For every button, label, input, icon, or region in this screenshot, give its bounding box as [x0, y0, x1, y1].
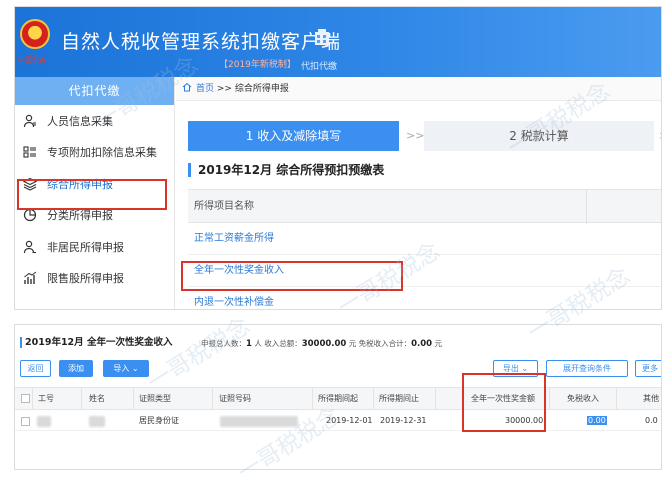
- breadcrumb-current: 综合所得申报: [234, 84, 289, 94]
- sidebar-item-label: 人员信息采集: [47, 114, 113, 128]
- redacted-employee-id: [37, 416, 51, 427]
- import-label: 导入: [113, 364, 130, 373]
- breadcrumb-home-link[interactable]: 首页: [196, 84, 214, 94]
- app-header: 中国税务 自然人税收管理系统扣缴客户端 【2019年新税制】 代扣代缴: [15, 7, 661, 77]
- breadcrumb: 首页 >> 综合所得申报: [176, 77, 661, 101]
- sidebar-item-label: 非居民所得申报: [47, 240, 124, 254]
- back-button[interactable]: 返回: [20, 360, 51, 377]
- sidebar-item-special-deduction[interactable]: 专项附加扣除信息采集: [15, 137, 174, 169]
- column-divider: [586, 190, 587, 224]
- step-tax-calculation[interactable]: 2 税款计算: [424, 121, 654, 151]
- column-divider: [435, 388, 436, 409]
- home-icon[interactable]: [182, 78, 192, 92]
- column-divider: [312, 388, 313, 409]
- highlight-box: [17, 179, 167, 210]
- income-item-salary[interactable]: 正常工资薪金所得: [188, 223, 661, 255]
- emblem-caption: 中国税务: [18, 56, 46, 64]
- column-header-name: 姓名: [89, 394, 105, 403]
- column-divider: [81, 388, 82, 409]
- bonus-detail-panel: 2019年12月 全年一次性奖金收入 申报总人数：1 人 收入总额：30000.…: [14, 324, 662, 470]
- version-label: 【2019年新税制】: [219, 60, 296, 70]
- app-window: 中国税务 自然人税收管理系统扣缴客户端 【2019年新税制】 代扣代缴 代扣代缴…: [14, 6, 662, 310]
- sidebar-item-restricted-shares[interactable]: 限售股所得申报: [15, 263, 174, 295]
- step-arrow: >>: [406, 129, 425, 142]
- sidebar-title: 代扣代缴: [15, 77, 174, 105]
- stat-tax-free-total: 0.00: [411, 339, 433, 349]
- column-header-id-type: 证照类型: [139, 394, 171, 403]
- building-icon: [312, 27, 332, 47]
- stat-total-people: 1: [246, 339, 252, 349]
- other-cell: 0.0: [645, 416, 658, 425]
- id-type-cell: 居民身份证: [139, 416, 179, 425]
- person-icon: [23, 240, 37, 254]
- table-header: 工号 姓名 证照类型 证照号码 所得期间起 所得期间止 全年一次性奖金额 免税收…: [15, 387, 661, 410]
- column-header-other: 其他: [643, 394, 659, 403]
- person-card-icon: [23, 114, 37, 128]
- period-start-cell: 2019-12-01: [326, 416, 373, 425]
- tax-free-cell[interactable]: 0.00: [587, 411, 607, 430]
- column-header: 所得项目名称: [194, 201, 254, 212]
- add-button[interactable]: 添加: [59, 360, 93, 377]
- row-checkbox[interactable]: [21, 417, 30, 426]
- column-divider: [373, 388, 374, 409]
- period-end-cell: 2019-12-31: [380, 416, 427, 425]
- form-title: 2019年12月 综合所得预扣预缴表: [188, 163, 384, 177]
- pie-icon: [23, 208, 37, 222]
- stat-label: 申报总人数：: [201, 339, 246, 348]
- column-header-id-number: 证照号码: [219, 394, 251, 403]
- expand-query-button[interactable]: 展开查询条件: [546, 360, 628, 377]
- highlight-box: [181, 261, 403, 291]
- step-bar: 1 收入及减除填写 >> 2 税款计算 >>: [188, 121, 661, 151]
- app-title: 自然人税收管理系统扣缴客户端: [61, 31, 342, 53]
- column-divider: [549, 388, 550, 409]
- column-header-tax-free: 免税收入: [567, 394, 599, 403]
- step-arrow: >>: [659, 121, 661, 151]
- sidebar-item-label: 专项附加扣除信息采集: [47, 146, 157, 160]
- stat-unit: 元: [434, 339, 443, 348]
- stat-total-income: 30000.00: [301, 339, 347, 349]
- column-header-period-end: 所得期间止: [379, 394, 419, 403]
- stat-label: 免税收入合计：: [358, 339, 412, 348]
- stat-unit: 人: [254, 339, 262, 348]
- redacted-id-number: [220, 416, 298, 427]
- breadcrumb-separator: >>: [216, 84, 232, 94]
- column-divider: [32, 388, 33, 409]
- step-income-entry[interactable]: 1 收入及减除填写: [188, 121, 399, 151]
- chevron-down-icon: ⌄: [131, 364, 139, 373]
- bar-chart-icon: [23, 271, 37, 285]
- column-divider: [616, 388, 617, 409]
- import-button[interactable]: 导入 ⌄: [103, 360, 149, 377]
- income-items-table: 所得项目名称 正常工资薪金所得 全年一次性奖金收入 内退一次性补偿金: [188, 189, 661, 309]
- redacted-name: [89, 416, 105, 427]
- column-header-employee-id: 工号: [38, 394, 54, 403]
- stat-unit: 元: [348, 339, 357, 348]
- column-divider: [133, 388, 134, 409]
- summary-stats: 申报总人数：1 人 收入总额：30000.00 元 免税收入合计：0.00 元: [201, 338, 442, 349]
- sidebar-item-person-info[interactable]: 人员信息采集: [15, 105, 174, 137]
- select-all-checkbox[interactable]: [21, 394, 30, 403]
- table-row[interactable]: 居民身份证 2019-12-01 2019-12-31 30000.00 0.0…: [15, 411, 661, 431]
- column-divider: [212, 388, 213, 409]
- more-button[interactable]: 更多: [635, 360, 661, 377]
- chevron-down-icon: ⌄: [521, 364, 529, 373]
- highlight-box: [462, 373, 546, 432]
- table-header: 所得项目名称: [188, 189, 661, 224]
- tax-free-value[interactable]: 0.00: [587, 416, 607, 425]
- header-subtitle: 代扣代缴: [301, 62, 338, 72]
- sidebar-item-nonresident-income[interactable]: 非居民所得申报: [15, 231, 174, 263]
- list-icon: [23, 145, 37, 159]
- column-header-period-start: 所得期间起: [318, 394, 358, 403]
- stat-label: 收入总额：: [264, 339, 302, 348]
- sidebar-item-label: 限售股所得申报: [47, 272, 124, 286]
- export-label: 导出: [502, 364, 519, 373]
- panel-title: 2019年12月 全年一次性奖金收入: [20, 337, 172, 348]
- national-emblem-icon: [20, 19, 50, 49]
